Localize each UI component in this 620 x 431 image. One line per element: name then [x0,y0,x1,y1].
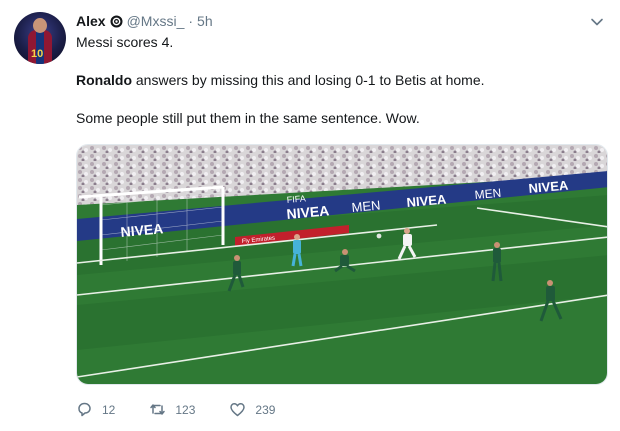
retweet-icon [150,404,166,415]
ad-text-men-1: MEN [351,198,381,215]
like-count: 239 [255,402,276,417]
author-handle[interactable]: @Mxssi_ [127,13,185,29]
tweet-text: Messi scores 4. Ronaldo answers by missi… [76,33,596,128]
header-separator: · [188,13,194,29]
tweet-spacer [76,90,596,109]
reply-button[interactable]: 12 [76,401,115,418]
reply-icon [78,402,91,417]
tweet-timestamp[interactable]: 5h [197,13,213,29]
ball [376,233,382,239]
reply-count: 12 [102,402,116,417]
ad-text-fifa: FIFA [286,193,306,205]
tweet-line-2: Ronaldo answers by missing this and losi… [76,71,596,90]
retweet-count: 123 [175,402,196,417]
tweet-line-3: Some people still put them in the same s… [76,110,420,126]
chevron-down-icon[interactable] [589,14,605,30]
avatar-head [33,18,47,33]
retweet-button[interactable]: 123 [149,401,195,418]
football-pitch-photo: NIVEA NIVEA MEN NIVEA MEN NIVEA FIFA Fly… [77,145,607,384]
like-button[interactable]: 239 [229,401,275,418]
tweet-header: Alex @Mxssi_ · 5h [76,11,213,31]
avatar-shirt-number: 10 [31,48,44,60]
tweet-actions: 12 123 239 [76,401,309,418]
tweet-spacer [76,52,596,71]
tweet-media-image[interactable]: NIVEA NIVEA MEN NIVEA MEN NIVEA FIFA Fly… [76,144,608,385]
tweet-line-1: Messi scores 4. [76,34,174,50]
tweet-card[interactable]: 10 Alex @Mxssi_ · 5h Messi scores 4. Ron… [0,0,620,431]
tweet-line-2-rest: answers by missing this and losing 0-1 t… [132,72,485,88]
mention-ronaldo: Ronaldo [76,72,132,88]
author-name[interactable]: Alex [76,13,106,29]
avatar[interactable]: 10 [14,12,66,64]
ad-text-men-2: MEN [474,186,502,202]
translator-badge-icon [110,15,123,27]
like-icon [230,403,246,417]
